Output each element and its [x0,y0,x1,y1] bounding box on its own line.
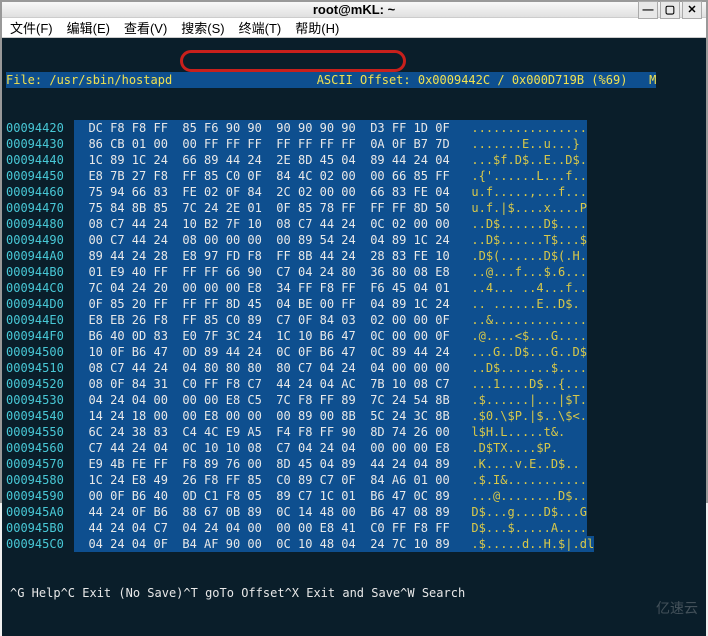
hex-dump: 00094420 DC F8 F8 FF 85 F6 90 90 90 90 9… [6,120,702,552]
terminal-content[interactable]: File: /usr/sbin/hostapd ASCII Offset: 0x… [2,38,706,636]
hex-row: 00094590 00 0F B6 40 0D C1 F8 05 89 C7 1… [6,488,702,504]
hex-row: 00094430 86 CB 01 00 00 FF FF FF FF FF F… [6,136,702,152]
hex-row: 00094490 00 C7 44 24 08 00 00 00 00 89 5… [6,232,702,248]
status-line: File: /usr/sbin/hostapd ASCII Offset: 0x… [6,72,702,88]
hex-row: 00094500 10 0F B6 47 0D 89 44 24 0C 0F B… [6,344,702,360]
hex-row: 00094550 6C 24 38 83 C4 4C E9 A5 F4 F8 F… [6,424,702,440]
hex-row: 000944F0 B6 40 0D 83 E0 7F 3C 24 1C 10 B… [6,328,702,344]
hex-row: 000944A0 89 44 24 28 E8 97 FD F8 FF 8B 4… [6,248,702,264]
hex-row: 000944D0 0F 85 20 FF FF FF 8D 45 04 BE 0… [6,296,702,312]
hex-row: 00094440 1C 89 1C 24 66 89 44 24 2E 8D 4… [6,152,702,168]
hex-row: 00094530 04 24 04 00 00 00 E8 C5 7C F8 F… [6,392,702,408]
hex-row: 00094580 1C 24 E8 49 26 F8 FF 85 C0 89 C… [6,472,702,488]
hex-row: 00094460 75 94 66 83 FE 02 0F 84 2C 02 0… [6,184,702,200]
menu-view[interactable]: 查看(V) [124,18,167,37]
hex-row: 000944E0 E8 EB 26 F8 FF 85 C0 89 C7 0F 8… [6,312,702,328]
hex-row: 00094470 75 84 8B 85 7C 24 2E 01 0F 85 7… [6,200,702,216]
hex-row: 00094510 08 C7 44 24 04 80 80 80 80 C7 0… [6,360,702,376]
maximize-button[interactable]: ▢ [660,1,680,19]
menu-edit[interactable]: 编辑(E) [67,18,110,37]
hex-row: 000944C0 7C 04 24 20 00 00 00 E8 34 FF F… [6,280,702,296]
menu-search[interactable]: 搜索(S) [181,18,224,37]
close-button[interactable]: ✕ [682,1,702,19]
hex-row: 00094560 C7 44 24 04 0C 10 10 08 C7 04 2… [6,440,702,456]
hex-row: 000944B0 01 E9 40 FF FF FF 66 90 C7 04 2… [6,264,702,280]
hex-row: 00094520 08 0F 84 31 C0 FF F8 C7 44 24 0… [6,376,702,392]
footer-help: ^G Help ^C Exit (No Save) ^T goTo Offset… [6,584,702,602]
menu-terminal[interactable]: 终端(T) [239,18,282,37]
hex-row: 000945A0 44 24 0F B6 88 67 0B 89 0C 14 4… [6,504,702,520]
window-controls: — ▢ ✕ [638,1,702,19]
minimize-button[interactable]: — [638,1,658,19]
highlight-oval [180,50,406,72]
menu-file[interactable]: 文件(F) [10,18,53,37]
terminal-window: root@mKL: ~ — ▢ ✕ 文件(F) 编辑(E) 查看(V) 搜索(S… [0,0,708,503]
hex-row: 00094450 E8 7B 27 F8 FF 85 C0 0F 84 4C 0… [6,168,702,184]
hex-row: 000945C0 04 24 04 0F B4 AF 90 00 0C 10 4… [6,536,702,552]
titlebar[interactable]: root@mKL: ~ — ▢ ✕ [2,2,706,18]
hex-row: 000945B0 44 24 04 C7 04 24 04 00 00 00 E… [6,520,702,536]
hex-row: 00094480 08 C7 44 24 10 B2 7F 10 08 C7 4… [6,216,702,232]
menu-help[interactable]: 帮助(H) [295,18,339,37]
menubar: 文件(F) 编辑(E) 查看(V) 搜索(S) 终端(T) 帮助(H) [2,18,706,38]
hex-row: 00094420 DC F8 F8 FF 85 F6 90 90 90 90 9… [6,120,702,136]
window-title: root@mKL: ~ [313,2,395,17]
hex-row: 00094540 14 24 18 00 00 E8 00 00 00 89 0… [6,408,702,424]
hex-row: 00094570 E9 4B FE FF F8 89 76 00 8D 45 0… [6,456,702,472]
